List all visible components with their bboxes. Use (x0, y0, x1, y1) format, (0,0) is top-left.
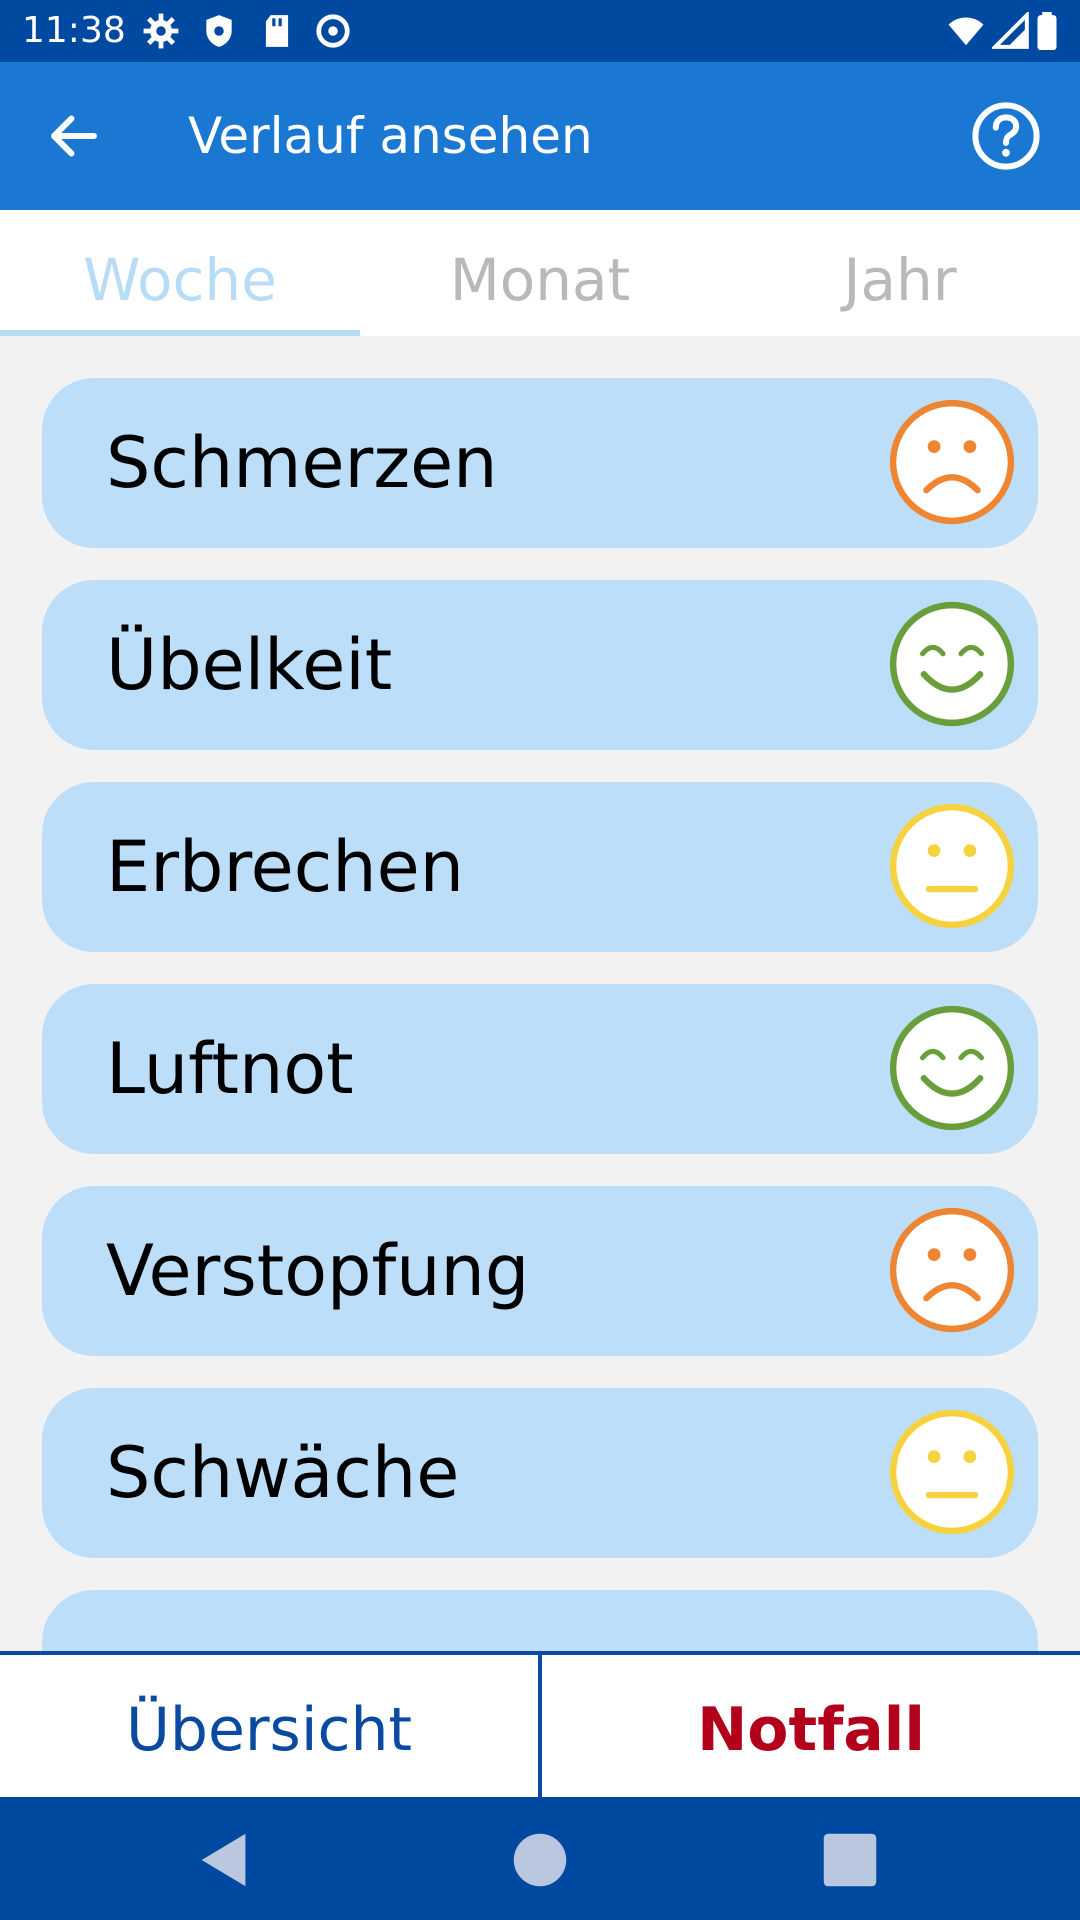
battery-icon (1037, 12, 1057, 50)
sad-face-icon (889, 1207, 1015, 1333)
symptom-label: Luftnot (106, 1028, 354, 1110)
nav-back-icon[interactable] (190, 1825, 260, 1895)
settings-icon (143, 13, 179, 49)
symptom-label: Erbrechen (106, 826, 465, 908)
period-tabs: Woche Monat Jahr (0, 210, 1080, 336)
tab-week[interactable]: Woche (0, 210, 360, 336)
sad-face-icon (889, 399, 1015, 525)
page-title: Verlauf ansehen (188, 107, 593, 165)
neutral-face-icon (889, 803, 1015, 929)
help-circle-icon[interactable] (970, 100, 1042, 172)
symptom-card[interactable]: Luftnot (42, 984, 1038, 1154)
symptom-label: Verstopfung (106, 1230, 530, 1312)
happy-face-icon (889, 601, 1015, 727)
arrow-left-icon[interactable] (44, 106, 104, 166)
shield-icon (206, 15, 232, 47)
symptom-label: Übelkeit (106, 624, 393, 706)
symptom-list[interactable]: Schmerzen Übelkeit Erbrechen Luftnot Ver… (0, 336, 1080, 1652)
symptom-card[interactable]: Übelkeit (42, 580, 1038, 750)
app-bar: Verlauf ansehen (0, 62, 1080, 210)
symptom-label: Schmerzen (106, 422, 498, 504)
sd-card-icon (265, 15, 289, 47)
wifi-icon (948, 17, 984, 46)
symptom-card[interactable]: Verstopfung (42, 1186, 1038, 1356)
happy-face-icon (889, 1005, 1015, 1131)
symptom-label: Schwäche (106, 1432, 460, 1514)
symptom-card[interactable]: Erbrechen (42, 782, 1038, 952)
status-bar: 11:38 (0, 0, 1080, 62)
symptom-card[interactable]: Schmerzen (42, 378, 1038, 548)
bottom-action-bar: Übersicht Notfall (0, 1651, 1080, 1801)
overview-button[interactable]: Übersicht (0, 1655, 538, 1801)
system-nav-bar (0, 1797, 1080, 1920)
status-time: 11:38 (22, 10, 126, 51)
signal-icon (992, 12, 1029, 49)
tab-year[interactable]: Jahr (720, 210, 1080, 336)
emergency-button[interactable]: Notfall (542, 1655, 1080, 1801)
symptom-card[interactable]: Schwäche (42, 1388, 1038, 1558)
neutral-face-icon (889, 1409, 1015, 1535)
at-icon (316, 14, 350, 48)
tab-month[interactable]: Monat (360, 210, 720, 336)
nav-home-icon[interactable] (505, 1825, 575, 1895)
nav-recents-icon[interactable] (815, 1825, 885, 1895)
symptom-card-partial[interactable] (42, 1590, 1038, 1652)
